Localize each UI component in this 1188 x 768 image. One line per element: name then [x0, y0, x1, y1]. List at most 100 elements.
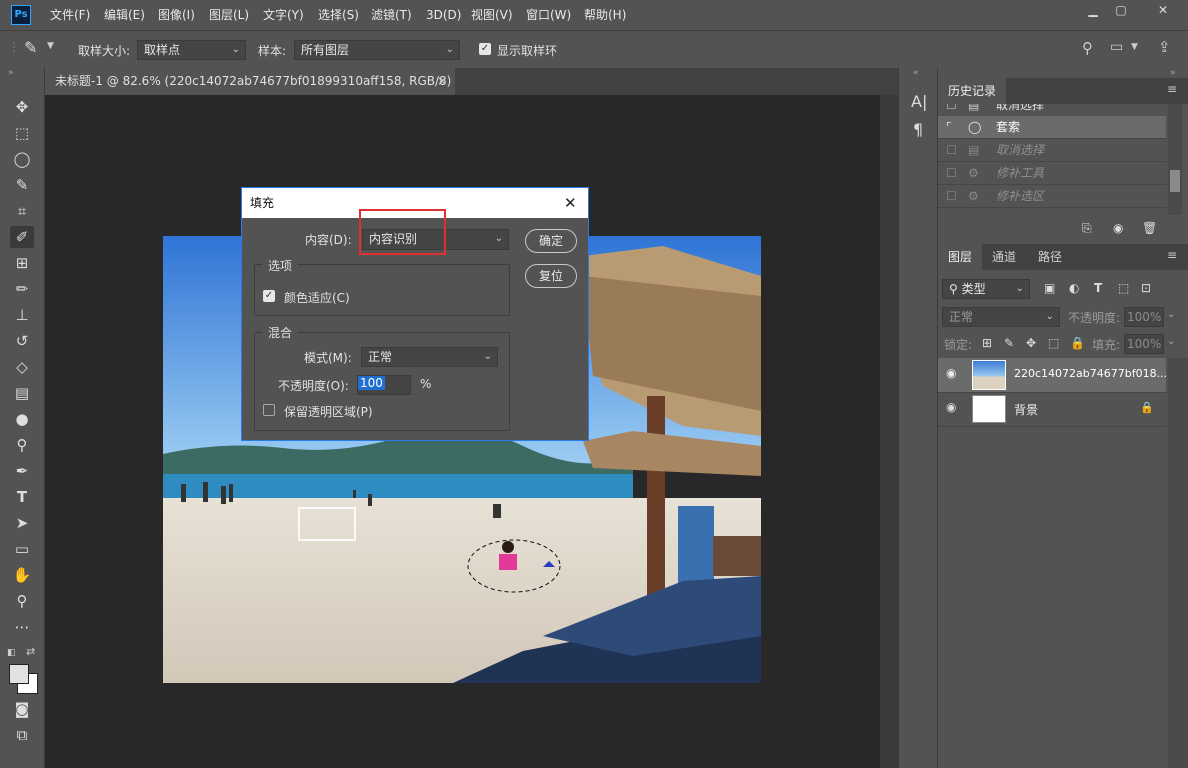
- show-ring-checkbox[interactable]: ✓: [479, 43, 491, 55]
- eyedropper-icon[interactable]: ✐: [10, 226, 34, 248]
- chevron-down-icon[interactable]: ▼: [47, 41, 54, 51]
- tab-channels[interactable]: 通道: [982, 244, 1026, 270]
- default-colors-icon[interactable]: ◧: [7, 648, 16, 658]
- scroll-thumb[interactable]: [1170, 170, 1180, 192]
- menu-view[interactable]: 视图(V): [471, 0, 513, 30]
- mode-select[interactable]: 正常 ⌄: [361, 347, 498, 367]
- history-item[interactable]: ☐ ⚙ 修补工具: [938, 162, 1166, 185]
- document-tab[interactable]: 未标题-1 @ 82.6% (220c14072ab74677bf0189931…: [45, 68, 455, 115]
- chevron-down-icon[interactable]: ▼: [1131, 42, 1138, 52]
- menu-window[interactable]: 窗口(W): [526, 0, 571, 30]
- stamp-icon[interactable]: ⊥: [10, 304, 34, 326]
- chevron-down-icon[interactable]: ⌄: [1167, 309, 1175, 320]
- eye-icon[interactable]: ◉: [946, 366, 956, 380]
- menu-file[interactable]: 文件(F): [50, 0, 90, 30]
- layer-row-selected[interactable]: ◉ 220c14072ab74677bf018...: [938, 358, 1167, 393]
- history-brush-icon[interactable]: ↺: [10, 330, 34, 352]
- crop-icon[interactable]: ⌗: [10, 200, 34, 222]
- minimize-icon[interactable]: ▁: [1078, 2, 1108, 18]
- trash-icon[interactable]: 🗑: [1142, 221, 1157, 235]
- eyedropper-icon[interactable]: ✎: [24, 38, 37, 57]
- screen-mode-icon[interactable]: ⧉: [10, 724, 34, 746]
- rectangle-icon[interactable]: ▭: [10, 538, 34, 560]
- camera-icon[interactable]: ◉: [1113, 221, 1123, 235]
- sample-size-select[interactable]: 取样点 ⌄: [137, 40, 246, 60]
- layer-row[interactable]: ◉ 背景 🔒: [938, 392, 1166, 427]
- quick-select-icon[interactable]: ✎: [10, 174, 34, 196]
- fill-field[interactable]: 100%: [1124, 334, 1164, 354]
- blend-mode-select[interactable]: 正常 ⌄: [942, 307, 1060, 327]
- blur-icon[interactable]: ●: [10, 408, 34, 430]
- close-icon[interactable]: ✕: [1148, 2, 1178, 18]
- history-item[interactable]: ☐ ⚙ 修补选区: [938, 185, 1166, 208]
- dodge-icon[interactable]: ⚲: [10, 434, 34, 456]
- quick-mask-icon[interactable]: ◙: [10, 698, 34, 720]
- collapse-icon[interactable]: »: [8, 68, 14, 78]
- layer-filter-select[interactable]: ⚲ 类型 ⌄: [942, 279, 1030, 299]
- maximize-icon[interactable]: ▢: [1106, 2, 1136, 18]
- frame-icon[interactable]: ⊞: [10, 252, 34, 274]
- sample-select[interactable]: 所有图层 ⌄: [294, 40, 460, 60]
- ok-button[interactable]: 确定: [525, 229, 577, 253]
- menu-image[interactable]: 图像(I): [158, 0, 195, 30]
- opacity-input[interactable]: 100: [357, 375, 411, 395]
- adjustment-filter-icon[interactable]: ◐: [1069, 281, 1079, 295]
- menu-3d[interactable]: 3D(D): [426, 0, 461, 30]
- panel-menu-icon[interactable]: ≡: [1167, 248, 1177, 262]
- share-icon[interactable]: ⇪: [1158, 38, 1171, 56]
- reset-button[interactable]: 复位: [525, 264, 577, 288]
- pen-icon[interactable]: ✒: [10, 460, 34, 482]
- pixel-filter-icon[interactable]: ▣: [1044, 281, 1055, 295]
- type-filter-icon[interactable]: T: [1094, 281, 1102, 295]
- panel-menu-icon[interactable]: ≡: [1167, 82, 1177, 96]
- type-icon[interactable]: T: [10, 486, 34, 508]
- lock-all-icon[interactable]: 🔒: [1070, 336, 1085, 350]
- zoom-icon[interactable]: ⚲: [10, 590, 34, 612]
- menu-filter[interactable]: 滤镜(T): [371, 0, 412, 30]
- lasso-icon[interactable]: ◯: [10, 148, 34, 170]
- marquee-icon[interactable]: ⬚: [10, 122, 34, 144]
- lock-position-icon[interactable]: ✥: [1026, 336, 1036, 350]
- preserve-transparency-checkbox[interactable]: [263, 404, 275, 416]
- workspace-icon[interactable]: ▭: [1110, 39, 1123, 55]
- history-item[interactable]: ☐ ▤ 取消选择: [938, 139, 1166, 162]
- lock-pixels-icon[interactable]: ⊞: [982, 336, 992, 350]
- menu-layer[interactable]: 图层(L): [209, 0, 249, 30]
- checkbox-icon: ☐: [946, 166, 957, 180]
- tab-close-icon[interactable]: ×: [437, 68, 447, 95]
- shape-filter-icon[interactable]: ⬚: [1118, 281, 1129, 295]
- eye-icon[interactable]: ◉: [946, 400, 956, 414]
- paragraph-icon[interactable]: ¶: [913, 120, 923, 139]
- move-icon[interactable]: ✥: [10, 96, 34, 118]
- tab-history[interactable]: 历史记录: [938, 78, 1007, 104]
- smart-object-filter-icon[interactable]: ⊡: [1141, 281, 1151, 295]
- brush-icon[interactable]: ✏: [10, 278, 34, 300]
- opacity-field[interactable]: 100%: [1124, 307, 1164, 327]
- vertical-scrollbar[interactable]: [880, 95, 898, 768]
- menu-type[interactable]: 文字(Y): [263, 0, 304, 30]
- more-icon[interactable]: ⋯: [10, 616, 34, 638]
- eraser-icon[interactable]: ◇: [10, 356, 34, 378]
- menu-select[interactable]: 选择(S): [318, 0, 359, 30]
- gradient-icon[interactable]: ▤: [10, 382, 34, 404]
- character-icon[interactable]: A|: [911, 92, 927, 111]
- tab-layers[interactable]: 图层: [938, 244, 983, 270]
- menu-help[interactable]: 帮助(H): [584, 0, 626, 30]
- foreground-color-swatch[interactable]: [9, 664, 29, 684]
- lock-artboard-icon[interactable]: ⬚: [1048, 336, 1059, 350]
- history-scrollbar[interactable]: [1168, 104, 1182, 215]
- chevron-down-icon[interactable]: ⌄: [1167, 336, 1175, 347]
- collapse-icon[interactable]: »: [1170, 68, 1176, 78]
- lock-brush-icon[interactable]: ✎: [1004, 336, 1014, 350]
- dialog-close-icon[interactable]: ✕: [564, 188, 577, 218]
- hand-icon[interactable]: ✋: [10, 564, 34, 586]
- history-item-selected[interactable]: ⌜ ◯ 套索: [938, 116, 1166, 139]
- tab-paths[interactable]: 路径: [1028, 244, 1072, 270]
- path-select-icon[interactable]: ➤: [10, 512, 34, 534]
- color-adapt-checkbox[interactable]: ✓: [263, 290, 275, 302]
- collapse-icon[interactable]: «: [913, 68, 919, 78]
- search-icon[interactable]: ⚲: [1082, 39, 1093, 57]
- menu-edit[interactable]: 编辑(E): [104, 0, 145, 30]
- new-snapshot-icon[interactable]: ⎘: [1082, 221, 1092, 236]
- swap-colors-icon[interactable]: ⇄: [26, 645, 35, 658]
